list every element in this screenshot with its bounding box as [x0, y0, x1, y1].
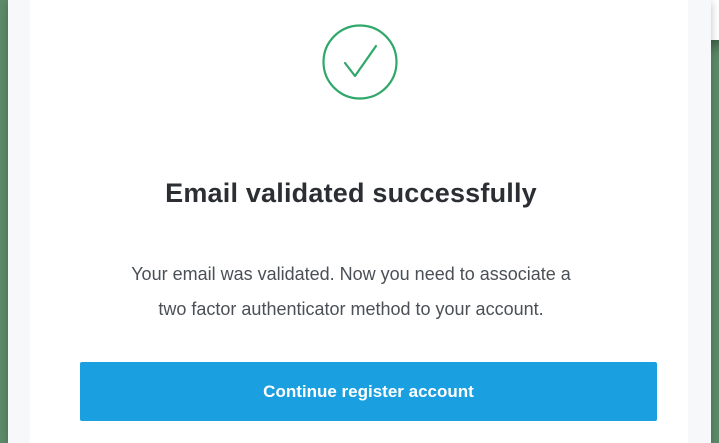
page-title: Email validated successfully [165, 178, 537, 208]
validation-message: Your email was validated. Now you need t… [22, 257, 680, 327]
check-circle-icon [322, 24, 398, 100]
message-line-2: two factor authenticator method to your … [158, 299, 544, 319]
continue-register-button[interactable]: Continue register account [80, 362, 657, 421]
message-line-1: Your email was validated. Now you need t… [131, 264, 571, 284]
